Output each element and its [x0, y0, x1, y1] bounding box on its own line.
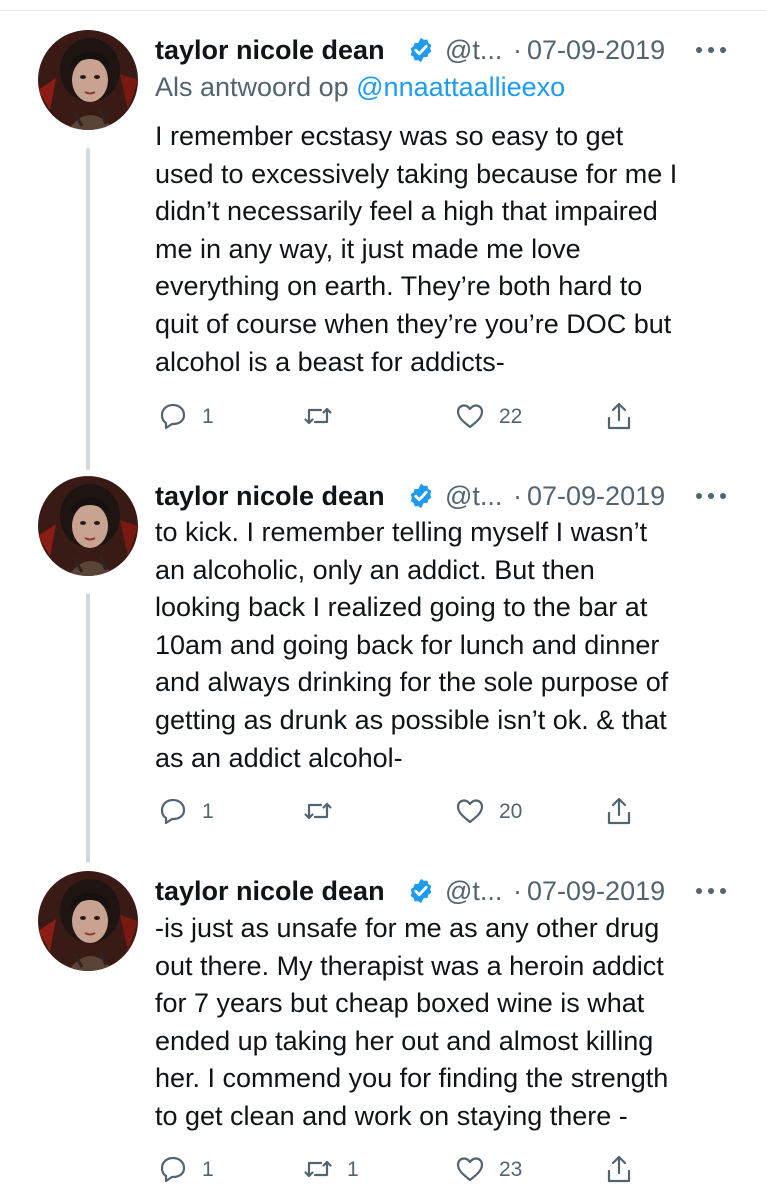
tweet-header: taylor nicole dean @t... · 07-09-2019 [155, 476, 745, 516]
like-icon [456, 404, 484, 429]
separator-dot: · [513, 481, 522, 511]
tweet-text-line: an alcoholic, only an addict. But then [155, 554, 595, 585]
retweet-icon [304, 1160, 332, 1178]
tweet-text-line: me in any way, it just made me love [155, 233, 581, 264]
tweet[interactable]: taylor nicole dean @t... · 07-09-2019 to… [0, 476, 767, 856]
share-button[interactable] [604, 399, 638, 435]
tweet-text-line: -is just as unsafe for me as any other d… [155, 913, 660, 943]
tweet-actions: 1 22 [155, 399, 745, 435]
tweet-date[interactable]: 07-09-2019 [527, 30, 665, 70]
share-button[interactable] [604, 1152, 638, 1188]
avatar[interactable] [38, 30, 138, 130]
tweet-text: I remember ecstasy was so easy to get us… [155, 118, 745, 381]
reply-mention-link[interactable]: @nnaattaallieexo [356, 72, 565, 102]
tweet-text-line: getting as drunk as possible isn’t ok. &… [155, 704, 667, 735]
author-handle[interactable]: @t... [445, 476, 502, 516]
retweet-button[interactable]: 1 [303, 1152, 393, 1188]
reply-button[interactable]: 1 [158, 794, 238, 830]
tweet-date[interactable]: 07-09-2019 [527, 476, 665, 516]
reply-count: 1 [202, 405, 214, 428]
retweet-icon [304, 407, 332, 425]
share-icon [607, 402, 631, 430]
avatar[interactable] [38, 871, 138, 971]
tweet-actions: 1 1 23 [155, 1152, 745, 1188]
tweet-text-line: out there. My therapist was a heroin add… [155, 950, 664, 981]
author-name[interactable]: taylor nicole dean [155, 871, 385, 911]
tweet[interactable]: taylor nicole dean @t... · 07-09-2019 Al… [0, 30, 767, 450]
like-button[interactable]: 23 [455, 1152, 545, 1188]
retweet-button[interactable] [303, 399, 393, 435]
like-count: 22 [499, 405, 523, 428]
author-name[interactable]: taylor nicole dean [155, 476, 385, 516]
tweet-text-line: to get clean and work on staying there - [155, 1100, 628, 1131]
tweet-text-line: alcohol is a beast for addicts- [155, 346, 505, 377]
author-handle[interactable]: @t... [445, 30, 502, 70]
tweet-actions: 1 20 [155, 794, 745, 830]
tweet-date[interactable]: 07-09-2019 [527, 871, 665, 911]
like-count: 23 [499, 1158, 523, 1181]
tweet-text-line: as an addict alcohol- [155, 742, 403, 773]
verified-badge-icon [410, 37, 432, 63]
separator-dot: · [513, 876, 522, 906]
tweet-text-line: ended up taking her out and almost killi… [155, 1025, 654, 1056]
reply-button[interactable]: 1 [158, 399, 238, 435]
tweet-text-line: looking back I realized going to the bar… [155, 592, 648, 623]
tweet-text-line: for 7 years but cheap boxed wine is what [155, 988, 645, 1019]
tweet-text: to kick. I remember telling myself I was… [155, 514, 745, 777]
top-divider [0, 10, 767, 11]
share-icon [607, 797, 631, 825]
more-options-icon[interactable] [693, 44, 729, 56]
retweet-button[interactable] [303, 794, 393, 830]
verified-badge-icon [410, 483, 432, 509]
tweet[interactable]: taylor nicole dean @t... · 07-09-2019 -i… [0, 871, 767, 1200]
verified-badge-icon [410, 878, 432, 904]
reply-button[interactable]: 1 [158, 1152, 238, 1188]
like-count: 20 [499, 800, 523, 823]
reply-prefix: Als antwoord op [155, 72, 349, 102]
share-icon [607, 1155, 631, 1183]
reply-count: 1 [202, 1158, 214, 1181]
tweet-text-line: quit of course when they’re you’re DOC b… [155, 308, 672, 339]
tweet-text-line: and always drinking for the sole purpose… [155, 667, 669, 698]
more-options-icon[interactable] [693, 490, 729, 502]
like-button[interactable]: 20 [455, 794, 545, 830]
reply-count: 1 [202, 800, 214, 823]
tweet-header: taylor nicole dean @t... · 07-09-2019 [155, 30, 745, 70]
author-handle[interactable]: @t... [445, 871, 502, 911]
tweet-text-line: didn’t necessarily feel a high that impa… [155, 196, 658, 227]
tweet-header: taylor nicole dean @t... · 07-09-2019 [155, 871, 745, 911]
avatar[interactable] [38, 476, 138, 576]
reply-icon [160, 403, 186, 430]
tweet-text-line: 10am and going back for lunch and dinner [155, 629, 660, 660]
tweet-text-line: to kick. I remember telling myself I was… [155, 517, 648, 547]
reply-context: Als antwoord op @nnaattaallieexo [155, 68, 565, 106]
share-button[interactable] [604, 794, 638, 830]
tweet-text-line: I remember ecstasy was so easy to get [155, 121, 624, 151]
reply-icon [160, 798, 186, 825]
tweet-text-line: everything on earth. They’re both hard t… [155, 271, 643, 302]
tweet-text: -is just as unsafe for me as any other d… [155, 910, 745, 1136]
retweet-count: 1 [347, 1158, 359, 1181]
tweet-text-line: her. I commend you for finding the stren… [155, 1063, 669, 1094]
more-options-icon[interactable] [693, 885, 729, 897]
separator-dot: · [513, 35, 522, 65]
like-button[interactable]: 22 [455, 399, 545, 435]
retweet-icon [304, 802, 332, 820]
like-icon [456, 1157, 484, 1182]
like-icon [456, 799, 484, 824]
tweet-text-line: used to excessively taking because for m… [155, 158, 678, 189]
author-name[interactable]: taylor nicole dean [155, 30, 385, 70]
reply-icon [160, 1156, 186, 1183]
